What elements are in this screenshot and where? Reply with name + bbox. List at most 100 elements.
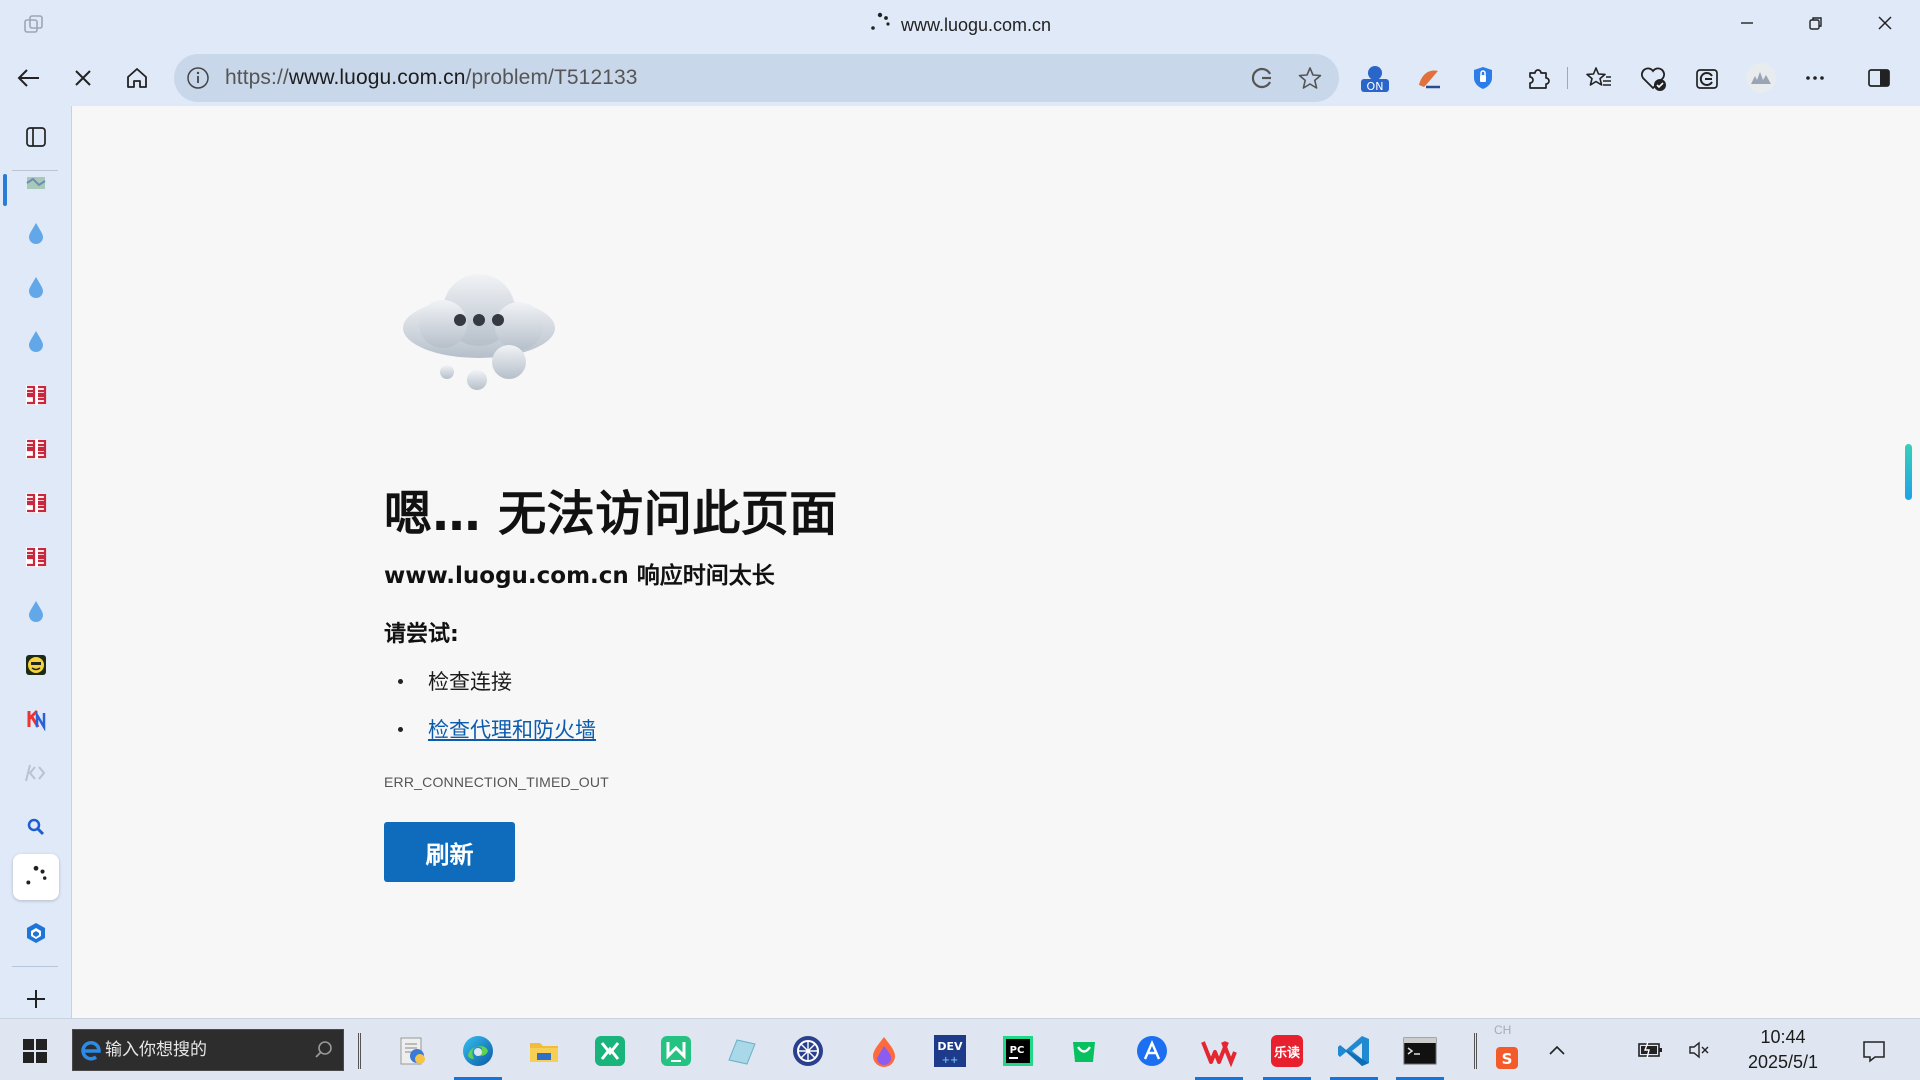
svg-text:++: ++ [942, 1055, 959, 1066]
tab-luogu-loading[interactable] [13, 854, 59, 900]
taskbar-divider [1474, 1033, 1477, 1069]
notification-center-icon[interactable] [1854, 1031, 1894, 1071]
tab-cube-favicon[interactable] [13, 910, 59, 956]
immersive-reader-icon[interactable] [1248, 64, 1276, 92]
clock-date: 2025/5/1 [1747, 1052, 1819, 1072]
url-path: /problem/T512133 [465, 66, 638, 89]
extension-shield-icon[interactable] [1464, 59, 1502, 97]
refresh-button[interactable]: 刷新 [384, 822, 515, 882]
taskbar-divider [358, 1033, 361, 1069]
battery-icon[interactable] [1634, 1033, 1668, 1067]
clock-time: 10:44 [1760, 1027, 1806, 1047]
new-tab-icon[interactable] [13, 976, 59, 1022]
tab-droplet-favicon[interactable] [13, 264, 59, 310]
vertical-tabs-sidebar [0, 106, 71, 1018]
title-bar: www.luogu.com.cn [0, 0, 1920, 50]
profile-avatar[interactable] [1742, 59, 1780, 97]
taskbar-vscode-icon[interactable] [1328, 1025, 1380, 1080]
error-subheading: www.luogu.com.cn 响应时间太长 [384, 563, 775, 589]
windows-taskbar: 输入你想搜的 DEV ++ PC 乐读 CH S 10:44 2025/5/1 [0, 1018, 1920, 1080]
tab-codeforces-favicon[interactable] [13, 372, 59, 418]
site-info-icon[interactable] [186, 66, 210, 90]
start-button[interactable] [14, 1033, 56, 1069]
favorite-star-icon[interactable] [1296, 64, 1324, 92]
svg-text:乐读: 乐读 [1274, 1045, 1300, 1061]
settings-more-icon[interactable] [1796, 59, 1834, 97]
restore-button[interactable] [1789, 0, 1843, 46]
error-code: ERR_CONNECTION_TIMED_OUT [384, 774, 609, 790]
loading-spinner-icon [869, 12, 891, 39]
taskbar-edge-icon[interactable] [452, 1025, 504, 1080]
taskbar-file-explorer-icon[interactable] [518, 1025, 570, 1077]
browser-essentials-icon[interactable] [1634, 59, 1672, 97]
taskbar-wechat-store-icon[interactable] [1058, 1025, 1110, 1077]
address-bar[interactable]: https://www.luogu.com.cn/problem/T512133 [174, 54, 1339, 102]
error-page [71, 106, 1920, 1018]
tab-codeforces-favicon[interactable] [13, 480, 59, 526]
svg-text:S: S [1502, 1050, 1513, 1068]
taskbar-search-box[interactable]: 输入你想搜的 [72, 1029, 344, 1071]
suggestion-item: 检查连接 [398, 666, 512, 696]
close-window-button[interactable] [1858, 0, 1912, 46]
url-text[interactable]: https://www.luogu.com.cn/problem/T512133 [225, 54, 638, 102]
stop-loading-button[interactable] [62, 57, 104, 99]
taskbar-mindmaster-icon[interactable] [584, 1025, 636, 1077]
minimize-button[interactable] [1720, 0, 1774, 46]
volume-muted-icon[interactable] [1682, 1033, 1716, 1067]
window-title: www.luogu.com.cn [900, 14, 1052, 35]
taskbar-ledu-icon[interactable]: 乐读 [1261, 1025, 1313, 1080]
scroll-indicator[interactable] [1905, 444, 1912, 500]
sogou-ime-icon[interactable]: S [1490, 1041, 1524, 1075]
show-hidden-icons-chevron-icon[interactable] [1540, 1033, 1574, 1067]
favorites-icon[interactable] [1580, 59, 1618, 97]
back-button[interactable] [8, 57, 50, 99]
error-heading: 嗯… 无法访问此页面 [384, 486, 838, 542]
tab-code-favicon[interactable] [13, 750, 59, 796]
toolbar-separator [1567, 67, 1568, 89]
bullet [398, 726, 403, 732]
taskbar-mindmaster-alt-icon[interactable] [650, 1025, 702, 1077]
tab-actions-icon[interactable] [13, 114, 59, 160]
tab-map-favicon[interactable] [13, 164, 59, 200]
suggestion-item: 检查代理和防火墙 [398, 714, 596, 744]
tab-droplet-favicon[interactable] [13, 588, 59, 634]
svg-text:PC: PC [1010, 1045, 1025, 1056]
url-host: www.luogu.com.cn [288, 66, 466, 89]
collections-icon[interactable] [1688, 59, 1726, 97]
active-tab-indicator [3, 174, 7, 206]
taskbar-clock[interactable]: 10:44 2025/5/1 [1728, 1025, 1838, 1075]
tab-droplet-favicon[interactable] [13, 210, 59, 256]
tab-smiley-favicon[interactable] [13, 642, 59, 688]
taskbar-notes-icon[interactable] [716, 1025, 768, 1077]
search-placeholder: 输入你想搜的 [105, 1040, 207, 1060]
extension-on-icon[interactable]: ON [1356, 59, 1394, 97]
url-scheme: https:// [225, 66, 289, 89]
navigation-bar: https://www.luogu.com.cn/problem/T512133… [0, 50, 1920, 106]
bullet [398, 678, 403, 684]
taskbar-pycharm-icon[interactable]: PC [992, 1025, 1044, 1077]
taskbar-wps-icon[interactable] [1193, 1025, 1245, 1080]
tab-droplet-favicon[interactable] [13, 318, 59, 364]
try-label: 请尝试: [384, 622, 459, 647]
taskbar-devcpp-icon[interactable]: DEV ++ [924, 1025, 976, 1077]
suggestion-check-connection: 检查连接 [428, 670, 512, 694]
tab-codeforces-favicon[interactable] [13, 534, 59, 580]
taskbar-paint-icon[interactable] [858, 1025, 910, 1077]
tab-codeforces-favicon[interactable] [13, 426, 59, 472]
taskbar-steam-icon[interactable] [782, 1025, 834, 1077]
ie-logo-icon [79, 1037, 105, 1063]
taskbar-doc-explorer-icon[interactable] [386, 1025, 438, 1077]
suggestion-check-proxy-link[interactable]: 检查代理和防火墙 [428, 714, 596, 744]
extension-ink-icon[interactable] [1410, 59, 1448, 97]
tab-search-favicon[interactable] [13, 804, 59, 850]
taskbar-terminal-icon[interactable] [1394, 1025, 1446, 1080]
workspaces-icon[interactable] [22, 13, 46, 37]
home-button[interactable] [116, 57, 158, 99]
tab-kn-favicon[interactable] [13, 696, 59, 742]
sidebar-toggle-icon[interactable] [1860, 59, 1898, 97]
svg-text:ON: ON [1367, 80, 1384, 93]
taskbar-arc-icon[interactable] [1126, 1025, 1178, 1077]
ime-indicator[interactable]: CH [1494, 1023, 1511, 1037]
cloud-error-illustration [399, 266, 559, 396]
extensions-puzzle-icon[interactable] [1519, 59, 1557, 97]
